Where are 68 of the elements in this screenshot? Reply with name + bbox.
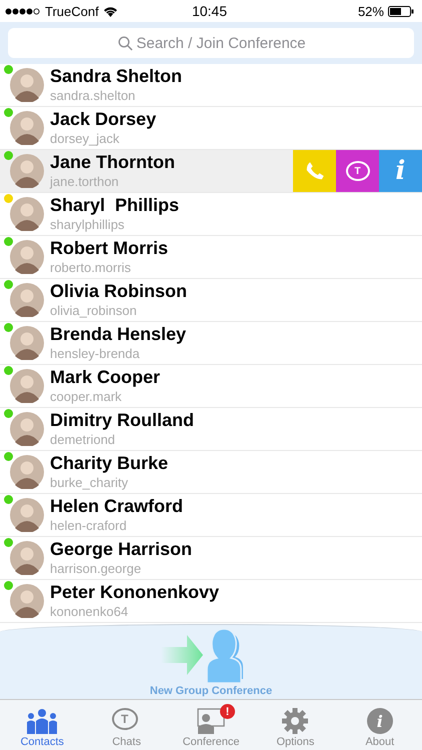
contact-name: Jack Dorsey <box>50 108 158 130</box>
avatar-icon <box>10 283 44 317</box>
avatar-icon <box>10 326 44 360</box>
avatar-icon <box>10 111 44 145</box>
contact-row[interactable]: George Harrison harrison.george <box>0 537 422 580</box>
tab-button[interactable]: Contacts <box>0 700 84 750</box>
contact-row[interactable]: Robert Morris roberto.morris <box>0 236 422 279</box>
contact-name: Jane Thornton <box>50 151 176 173</box>
contact-username: sharylphillips <box>50 216 126 234</box>
contact-name: Dimitry Roulland <box>50 409 196 431</box>
contact-username: cooper.mark <box>50 388 123 406</box>
battery-icon <box>388 6 414 16</box>
avatar-icon <box>10 68 44 102</box>
contact-row[interactable]: Jane Thornton jane.torthon T i <box>0 150 422 193</box>
contact-name: Charity Burke <box>50 452 170 474</box>
search-icon <box>118 36 133 51</box>
notification-badge: ! <box>220 704 236 719</box>
search-field[interactable]: Search / Join Conference <box>8 28 414 58</box>
contact-row[interactable]: Dimitry Roulland demetriond <box>0 408 422 451</box>
contact-username: kononenko64 <box>50 603 130 621</box>
contact-name: Peter Kononenkovy <box>50 581 220 603</box>
clock-time: 10:45 <box>192 3 228 19</box>
battery-percent: 52% <box>358 4 384 18</box>
contact-username: sandra.shelton <box>50 87 136 105</box>
contact-username: helen-craford <box>50 517 128 535</box>
avatar-icon <box>10 584 44 618</box>
tab-button[interactable]: ! Conference <box>168 700 254 750</box>
call-button[interactable] <box>293 150 336 192</box>
avatar-icon <box>10 412 44 446</box>
presenter-icon <box>197 708 226 734</box>
contact-username: demetriond <box>50 431 116 449</box>
contact-name: Sandra Shelton <box>50 65 184 87</box>
avatar-icon <box>10 541 44 575</box>
avatar-icon <box>10 197 44 231</box>
avatar-icon <box>10 240 44 274</box>
contact-row[interactable]: Brenda Hensley hensley-brenda <box>0 322 422 365</box>
avatar-icon <box>10 154 44 188</box>
wifi-icon <box>102 6 118 16</box>
contact-row[interactable]: Olivia Robinson olivia_robinson <box>0 279 422 322</box>
contact-row[interactable]: Charity Burke burke_charity <box>0 451 422 494</box>
contact-row[interactable]: Mark Cooper cooper.mark <box>0 365 422 408</box>
contact-row[interactable]: Helen Crawford helen-craford <box>0 494 422 537</box>
contact-row[interactable]: Peter Kononenkovy kononenko64 <box>0 580 422 623</box>
contact-name: Olivia Robinson <box>50 280 188 302</box>
contact-row[interactable]: Sharyl Phillips sharylphillips <box>0 193 422 236</box>
avatar-icon <box>10 369 44 403</box>
contact-name: Sharyl Phillips <box>50 194 180 216</box>
chat-button[interactable]: T <box>336 150 379 192</box>
carrier-name: TrueConf <box>45 4 99 18</box>
contact-name: Brenda Hensley <box>50 323 188 345</box>
contact-username: harrison.george <box>50 560 142 578</box>
contact-name: Mark Cooper <box>50 366 162 388</box>
contact-username: dorsey_jack <box>50 130 120 148</box>
contact-name: George Harrison <box>50 538 194 560</box>
contact-username: burke_charity <box>50 474 130 492</box>
contact-username: roberto.morris <box>50 259 132 277</box>
contact-name: Helen Crawford <box>50 495 184 517</box>
contact-username: jane.torthon <box>50 173 120 191</box>
signal-icon <box>5 8 41 14</box>
contact-username: olivia_robinson <box>50 302 138 320</box>
contact-row[interactable]: Sandra Shelton sandra.shelton <box>0 64 422 107</box>
avatar-icon <box>10 498 44 532</box>
info-icon: i <box>366 708 393 734</box>
contact-row[interactable]: Jack Dorsey dorsey_jack <box>0 107 422 150</box>
contact-username: hensley-brenda <box>50 345 141 363</box>
contact-name: Robert Morris <box>50 237 170 259</box>
people-icon <box>26 708 58 734</box>
avatar-icon <box>10 455 44 489</box>
